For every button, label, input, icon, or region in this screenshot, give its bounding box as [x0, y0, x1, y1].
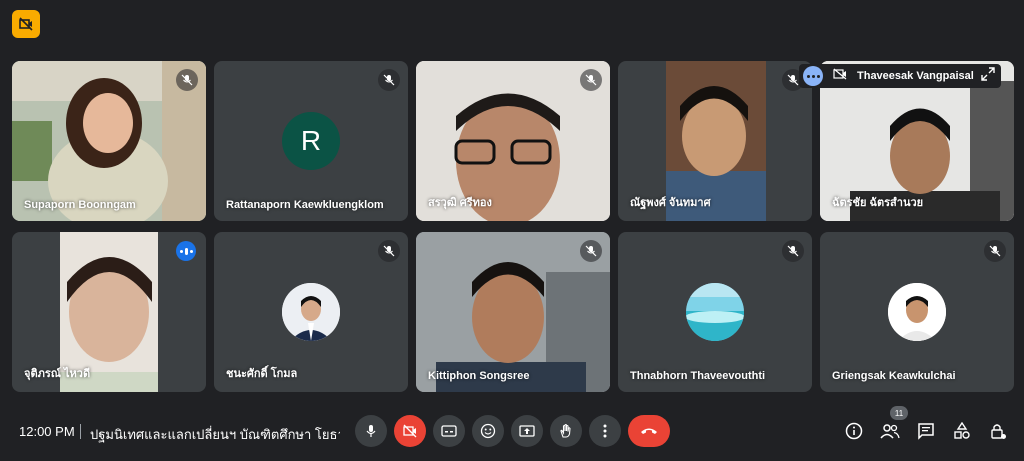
meeting-title: ปฐมนิเทศและแลกเปลี่ยนฯ บัณฑิตศึกษา โยธา …	[90, 427, 340, 442]
expand-icon[interactable]	[981, 66, 995, 86]
activities-button[interactable]	[950, 419, 974, 443]
participant-tile[interactable]: Kittiphon Songsree	[416, 232, 610, 392]
people-button[interactable]	[878, 419, 902, 443]
tile-hover-bar: Thaveesak Vangpaisal	[799, 64, 1001, 88]
end-call-button[interactable]	[628, 415, 670, 447]
host-controls-button[interactable]	[986, 419, 1010, 443]
chat-button[interactable]	[914, 419, 938, 443]
more-options-icon[interactable]	[803, 66, 823, 86]
participant-name: Kittiphon Songsree	[428, 370, 530, 382]
info-button[interactable]	[842, 419, 866, 443]
mic-off-icon	[580, 69, 602, 91]
divider	[80, 424, 81, 439]
control-bar: 12:00 PM ปฐมนิเทศและแลกเปลี่ยนฯ บัณฑิตศึ…	[0, 400, 1024, 461]
avatar: R	[282, 112, 340, 170]
avatar	[888, 283, 946, 341]
more-options-button[interactable]	[589, 415, 621, 447]
people-icon	[880, 424, 900, 439]
info-icon	[845, 422, 863, 440]
raise-hand-button[interactable]	[550, 415, 582, 447]
mic-off-icon	[378, 240, 400, 262]
end-call-icon	[641, 428, 657, 434]
participant-name: Griengsak Keawkulchai	[832, 370, 956, 382]
video-off-icon	[403, 424, 417, 438]
participant-name: ณัฐพงศ์ จันทมาศ	[630, 197, 711, 209]
participant-tile[interactable]: R Rattanaporn Kaewkluengklom	[214, 61, 408, 221]
captions-icon	[441, 425, 457, 437]
present-button[interactable]	[511, 415, 543, 447]
participant-tile[interactable]: ชนะศักดิ์ โกมล	[214, 232, 408, 392]
participant-tile[interactable]: Griengsak Keawkulchai	[820, 232, 1014, 392]
no-video-icon[interactable]	[12, 10, 40, 38]
participant-name: จุติภรณ์ ไหวดี	[24, 368, 91, 380]
activities-icon	[954, 422, 970, 439]
emoji-button[interactable]	[472, 415, 504, 447]
clock: 12:00 PM	[19, 424, 75, 439]
participant-tile[interactable]: จุติภรณ์ ไหวดี	[12, 232, 206, 392]
present-icon	[519, 425, 535, 437]
mic-off-icon	[580, 240, 602, 262]
participant-name: ชนะศักดิ์ โกมล	[226, 368, 298, 380]
participant-tile[interactable]: Thnabhorn Thaveevouthti	[618, 232, 812, 392]
participant-name: Thnabhorn Thaveevouthti	[630, 370, 766, 382]
raise-hand-icon	[560, 423, 571, 438]
people-count-badge: 11	[890, 406, 908, 420]
speaking-indicator	[176, 241, 196, 261]
avatar	[282, 283, 340, 341]
mic-off-icon	[378, 69, 400, 91]
participant-tile[interactable]: สรวุฒิ ศรีทอง	[416, 61, 610, 221]
mic-off-icon	[984, 240, 1006, 262]
mic-off-icon	[176, 69, 198, 91]
participant-name: Rattanaporn Kaewkluengklom	[226, 199, 384, 211]
participant-tile[interactable]: Supaporn Boonngam	[12, 61, 206, 221]
chat-icon	[918, 423, 934, 440]
emoji-icon	[480, 423, 496, 439]
camera-button[interactable]	[394, 415, 426, 447]
participant-name: Supaporn Boonngam	[24, 199, 136, 211]
pip-icon[interactable]	[833, 67, 847, 85]
mic-icon	[366, 425, 376, 437]
participant-name: ฉัตรชัย ฉัตรสำนวย	[832, 197, 924, 209]
participant-grid: Supaporn Boonngam R Rattanaporn Kaewklue…	[12, 61, 1015, 392]
avatar	[686, 283, 744, 341]
microphone-button[interactable]	[355, 415, 387, 447]
participant-name: สรวุฒิ ศรีทอง	[428, 197, 492, 209]
host-controls-icon	[991, 424, 1006, 439]
participant-tile[interactable]: ณัฐพงศ์ จันทมาศ	[618, 61, 812, 221]
captions-button[interactable]	[433, 415, 465, 447]
mic-off-icon	[782, 240, 804, 262]
participant-name: Thaveesak Vangpaisal	[857, 70, 974, 82]
more-options-icon	[603, 424, 607, 438]
